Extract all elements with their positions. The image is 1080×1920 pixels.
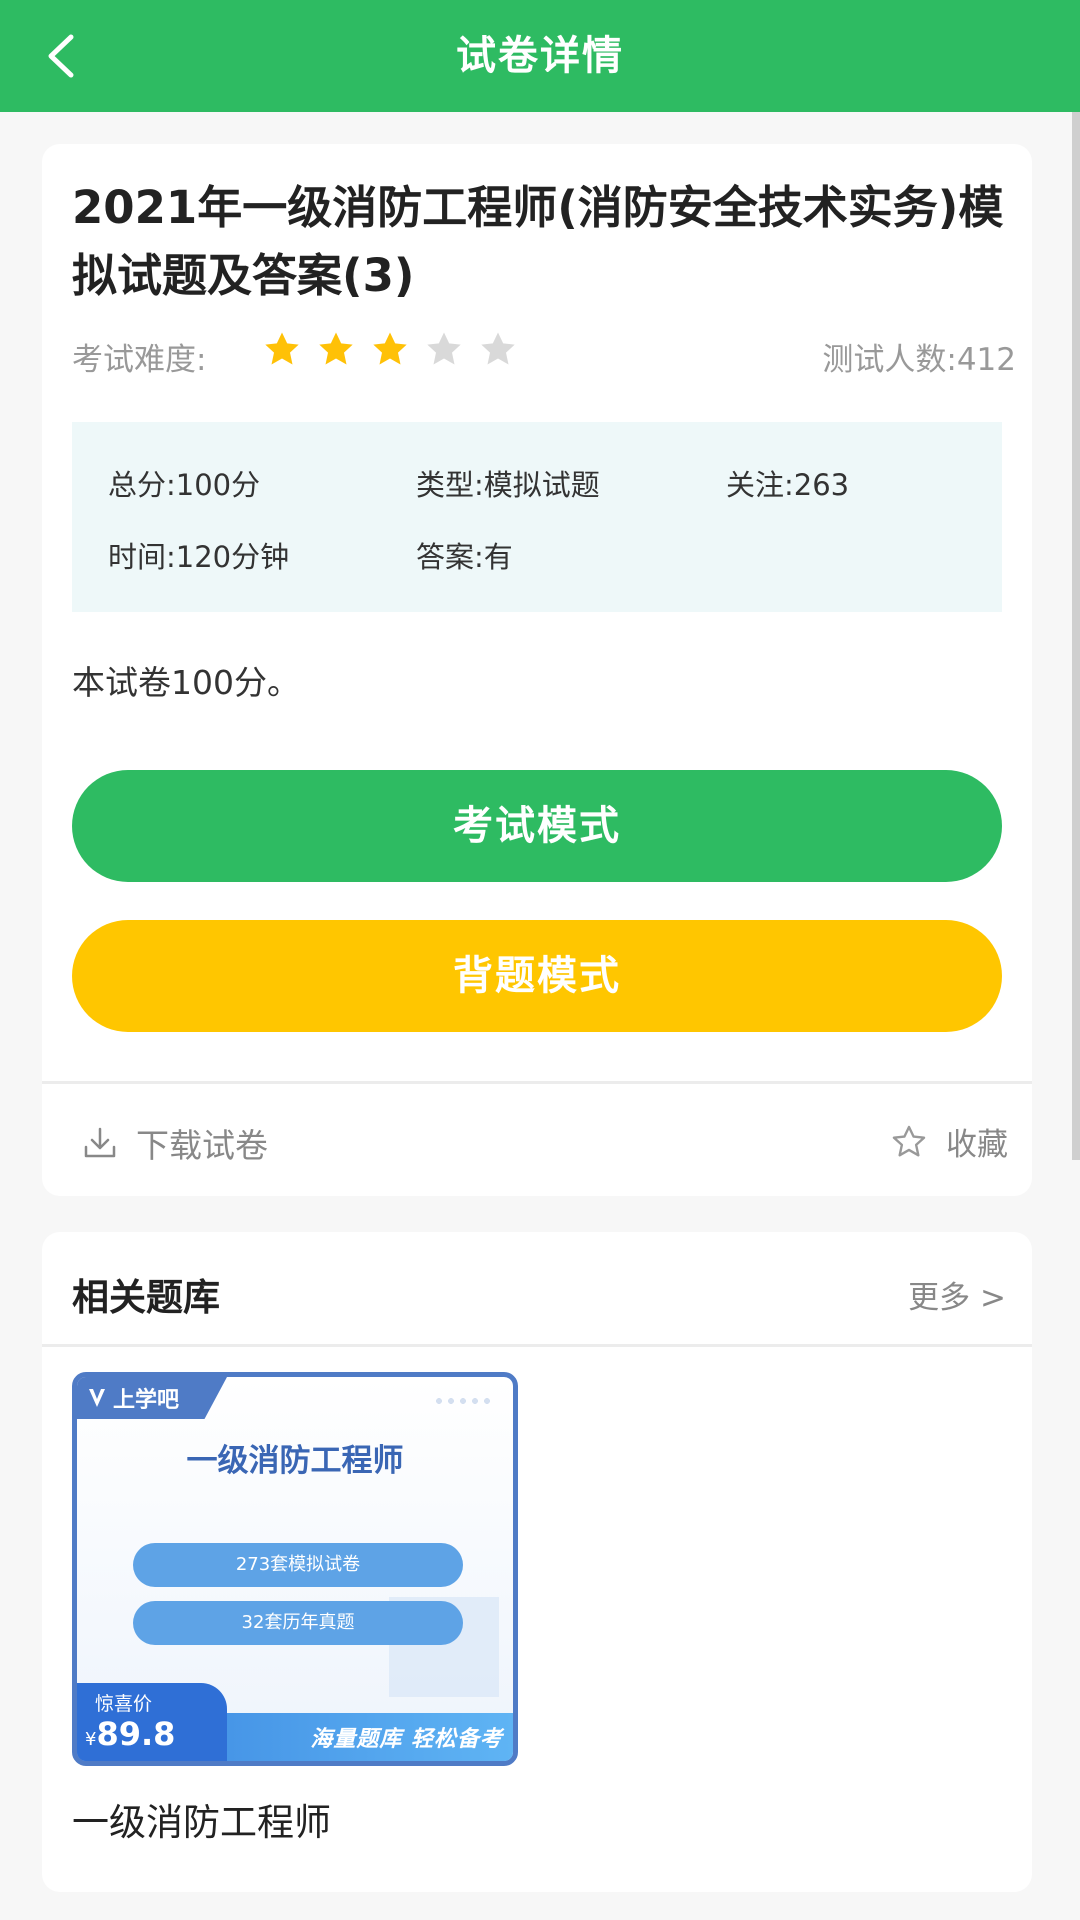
scrollbar[interactable] — [1072, 112, 1080, 1160]
tester-count: 测试人数:412 — [822, 342, 1016, 378]
brand-logo: 上学吧 — [77, 1377, 227, 1419]
slogan-text: 海量题库 轻松备考 — [310, 1727, 503, 1752]
download-icon — [84, 1127, 116, 1158]
product-name[interactable]: 一级消防工程师 — [72, 1792, 331, 1846]
total-score: 总分:100分 — [108, 468, 261, 502]
mock-paper-count: 273套模拟试卷 — [133, 1543, 463, 1587]
paper-title: 2021年一级消防工程师(消防安全技术实务)模拟试题及答案(3) — [72, 181, 1004, 302]
star-filled-icon — [265, 332, 299, 365]
download-paper-button[interactable]: 下载试卷 — [82, 1119, 268, 1167]
star-outline-icon — [892, 1125, 926, 1156]
answer-availability: 答案:有 — [416, 540, 513, 574]
divider — [42, 1081, 1032, 1084]
difficulty-label: 考试难度: — [72, 342, 207, 378]
more-link[interactable]: 更多 > — [908, 1272, 1006, 1317]
dot-pattern — [433, 1395, 493, 1409]
price-value: ¥89.8 — [85, 1715, 175, 1753]
star-empty-icon — [481, 332, 515, 365]
price-label: 惊喜价 — [95, 1693, 153, 1715]
related-section-title: 相关题库 — [72, 1276, 220, 1319]
paper-description: 本试卷100分。 — [72, 663, 300, 702]
real-paper-count: 32套历年真题 — [133, 1601, 463, 1645]
price-badge: 惊喜价 ¥89.8 — [77, 1683, 227, 1761]
cover-title: 一级消防工程师 — [186, 1443, 404, 1479]
related-bank-card: 相关题库 更多 > 上学吧 一级消防工程师 273套模拟试卷 32套历年真题 海… — [42, 1232, 1032, 1892]
paper-info-box: 总分:100分 类型:模拟试题 关注:263 时间:120分钟 答案:有 — [72, 422, 1002, 612]
currency-symbol: ¥ — [85, 1729, 97, 1750]
difficulty-stars — [262, 330, 518, 370]
page-title: 试卷详情 — [456, 33, 624, 79]
brand-leaf-icon — [89, 1389, 105, 1407]
favorite-label: 收藏 — [946, 1127, 1008, 1163]
favorite-button[interactable]: 收藏 — [890, 1119, 1008, 1164]
divider — [42, 1344, 1032, 1347]
price-amount: 89.8 — [96, 1715, 176, 1753]
download-label: 下载试卷 — [136, 1126, 268, 1165]
exam-mode-button[interactable]: 考试模式 — [72, 770, 1002, 882]
star-empty-icon — [427, 332, 461, 365]
memorize-mode-button[interactable]: 背题模式 — [72, 920, 1002, 1032]
star-filled-icon — [373, 332, 407, 365]
exam-time: 时间:120分钟 — [108, 540, 290, 574]
product-cover[interactable]: 上学吧 一级消防工程师 273套模拟试卷 32套历年真题 海量题库 轻松备考 惊… — [72, 1372, 518, 1766]
top-bar: 试卷详情 — [0, 0, 1080, 112]
brand-name: 上学吧 — [113, 1388, 180, 1413]
paper-detail-card: 2021年一级消防工程师(消防安全技术实务)模拟试题及答案(3) 考试难度: 测… — [42, 144, 1032, 1196]
follow-count: 关注:263 — [726, 468, 850, 502]
star-filled-icon — [319, 332, 353, 365]
paper-type: 类型:模拟试题 — [416, 468, 600, 502]
